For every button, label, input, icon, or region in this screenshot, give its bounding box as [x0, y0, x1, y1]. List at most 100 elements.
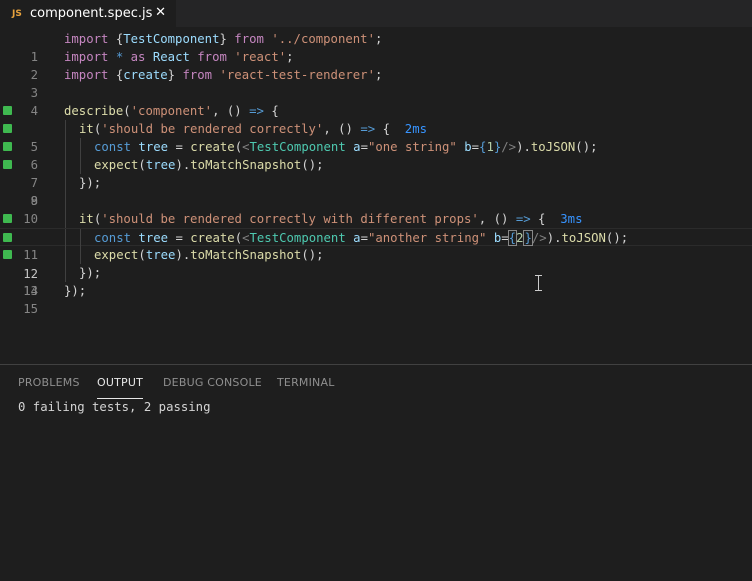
bracket-match: }: [523, 230, 533, 246]
identifier: TestComponent: [123, 32, 220, 46]
line-number: 15: [23, 302, 38, 316]
tab-debug-console[interactable]: DEBUG CONSOLE: [163, 376, 262, 394]
punct: ).: [175, 248, 191, 262]
code-line-10: 10: [0, 192, 752, 226]
punct: =: [360, 140, 368, 154]
punct: ;: [374, 68, 383, 82]
function-name: create: [190, 140, 235, 154]
code-line-11: 11 it('should be rendered correctly with…: [0, 210, 752, 262]
punct: ();: [605, 231, 629, 245]
function-name: expect: [94, 248, 139, 262]
code-line-15: 15 });: [0, 282, 752, 316]
test-pass-icon[interactable]: [3, 233, 12, 242]
punct: ).: [546, 231, 562, 245]
code-line-8: 8 expect(tree).toMatchSnapshot();: [0, 156, 752, 208]
punct: =: [175, 231, 191, 245]
punct: (: [234, 140, 243, 154]
function-name: it: [79, 212, 94, 226]
identifier: create: [123, 68, 168, 82]
punct: />: [501, 140, 517, 154]
string: 'react': [226, 50, 287, 64]
test-pass-icon[interactable]: [3, 142, 12, 151]
operator: *: [108, 50, 131, 64]
identifier: tree: [145, 248, 176, 262]
string: 'should be rendered correctly': [101, 122, 324, 136]
tab-output[interactable]: OUTPUT: [97, 376, 144, 399]
test-pass-icon[interactable]: [3, 214, 12, 223]
tab-problems[interactable]: PROBLEMS: [18, 376, 80, 394]
tab-output-label: OUTPUT: [97, 376, 144, 389]
punct: =: [175, 140, 191, 154]
keyword: import: [64, 50, 109, 64]
test-pass-icon[interactable]: [3, 250, 12, 259]
function-name: toMatchSnapshot: [190, 248, 302, 262]
identifier: tree: [131, 140, 176, 154]
jsx-attr: b: [456, 140, 472, 154]
code-line-6: 6 it('should be rendered correctly', () …: [0, 120, 752, 172]
punct: }: [219, 32, 235, 46]
code-line-7: 7 const tree = create(<TestComponent a="…: [0, 138, 752, 190]
punct: ();: [301, 248, 324, 262]
keyword: from: [234, 32, 264, 46]
punct: });: [64, 284, 87, 298]
punct: }: [167, 68, 183, 82]
keyword: from: [182, 68, 213, 82]
punct: =: [501, 231, 509, 245]
function-name: toJSON: [561, 231, 606, 245]
punct: {: [530, 212, 561, 226]
test-duration: 3ms: [560, 212, 583, 226]
editor-tab-component-spec[interactable]: JS component.spec.js ✕: [0, 0, 176, 27]
string: "one string": [367, 140, 457, 154]
punct: ;: [286, 50, 294, 64]
close-icon[interactable]: ✕: [155, 5, 166, 20]
function-name: create: [190, 231, 235, 245]
string: '../component': [271, 32, 375, 46]
identifier: tree: [145, 158, 176, 172]
punct: ).: [175, 158, 191, 172]
keyword: as: [130, 50, 146, 64]
tab-title: component.spec.js: [30, 6, 153, 21]
code-line-3: 3 import {create} from 'react-test-rende…: [0, 66, 752, 100]
identifier: React: [145, 50, 198, 64]
punct: ();: [301, 158, 324, 172]
code-line-2: 2 import * as React from 'react';: [0, 48, 752, 82]
number: 2: [516, 231, 524, 245]
test-duration: 2ms: [404, 122, 428, 136]
punct: <: [242, 231, 250, 245]
jsx-attr: a: [345, 140, 361, 154]
function-name: it: [79, 122, 94, 136]
punct: <: [242, 140, 250, 154]
punct: =: [360, 231, 368, 245]
number: 1: [486, 140, 494, 154]
punct: {: [108, 32, 124, 46]
test-pass-icon[interactable]: [3, 124, 12, 133]
keyword: from: [197, 50, 227, 64]
punct: {: [108, 68, 124, 82]
code-line-9: 9 });: [0, 174, 752, 208]
bottom-panel: PROBLEMS OUTPUT DEBUG CONSOLE TERMINAL 0…: [0, 364, 752, 581]
punct: , (): [323, 122, 361, 136]
punct: ).: [516, 140, 531, 154]
jsx-tag: TestComponent: [249, 231, 346, 245]
keyword: const: [94, 231, 132, 245]
test-pass-icon[interactable]: [3, 160, 12, 169]
function-name: toJSON: [530, 140, 576, 154]
tab-terminal[interactable]: TERMINAL: [277, 376, 335, 394]
punct: ;: [374, 32, 383, 46]
jsx-tag: TestComponent: [249, 140, 346, 154]
string: 'react-test-renderer': [212, 68, 375, 82]
code-line-1: 1 import {TestComponent} from '../compon…: [0, 30, 752, 64]
punct: (: [138, 248, 146, 262]
punct: />: [531, 231, 547, 245]
code-editor[interactable]: 1 import {TestComponent} from '../compon…: [0, 27, 752, 364]
code-line-14: 14 });: [0, 264, 752, 298]
bracket-match: {: [507, 230, 518, 246]
function-name: toMatchSnapshot: [190, 158, 302, 172]
punct: (: [234, 231, 243, 245]
jsx-attr: b: [486, 231, 502, 245]
test-pass-icon[interactable]: [3, 106, 12, 115]
string: "another string": [367, 231, 487, 245]
output-text: 0 failing tests, 2 passing: [18, 400, 211, 414]
code-line-13: 13 expect(tree).toMatchSnapshot();: [0, 246, 752, 298]
punct: ();: [575, 140, 598, 154]
